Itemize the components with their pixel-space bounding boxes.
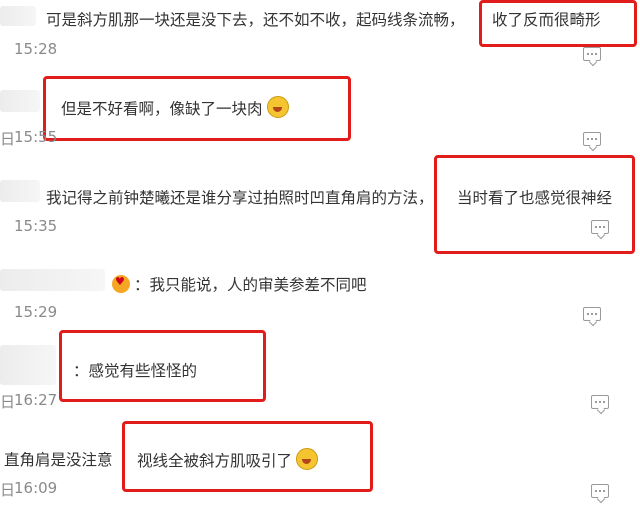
comment-row: 但是不好看啊，像缺了一块肉 日 15:55 bbox=[0, 70, 640, 150]
comment-time: 15:55 bbox=[14, 128, 58, 146]
comment-highlight-text: 但是不好看啊，像缺了一块肉 bbox=[61, 96, 289, 119]
laugh-cry-emoji bbox=[296, 448, 319, 470]
comment-text-label: ：我只能说，人的审美参差不同吧 bbox=[134, 276, 367, 294]
comment-time: 15:29 bbox=[14, 303, 58, 321]
comment-icon[interactable] bbox=[591, 220, 609, 234]
comment-time-prefix: 日 bbox=[0, 481, 16, 499]
laugh-cry-emoji bbox=[266, 96, 289, 118]
comment-text: ：我只能说，人的审美参差不同吧 bbox=[112, 273, 367, 295]
comment-text: 我记得之前钟楚曦还是谁分享过拍照时凹直角肩的方法， bbox=[46, 189, 434, 207]
comment-time: 16:27 bbox=[14, 391, 58, 409]
username-blurred bbox=[0, 269, 105, 291]
comment-row: 可是斜方肌那一块还是没下去，还不如不收，起码线条流畅， 收了反而很畸形 15:2… bbox=[0, 0, 640, 70]
comment-row: 我记得之前钟楚曦还是谁分享过拍照时凹直角肩的方法， 当时看了也感觉很神经 15:… bbox=[0, 150, 640, 254]
comment-row: 直角肩是没注意 视线全被斜方肌吸引了 日 16:09 bbox=[0, 415, 640, 507]
highlight-box bbox=[479, 0, 637, 47]
comment-time: 16:09 bbox=[14, 479, 58, 497]
comment-highlight-text: 视线全被斜方肌吸引了 bbox=[137, 448, 319, 471]
comment-highlight-text: ：感觉有些怪怪的 bbox=[73, 362, 198, 380]
comment-icon[interactable] bbox=[583, 47, 601, 61]
comment-icon[interactable] bbox=[583, 132, 601, 146]
comment-time: 15:28 bbox=[14, 40, 58, 58]
comment-text: 直角肩是没注意 bbox=[4, 451, 113, 469]
username-blurred bbox=[0, 90, 40, 112]
comment-row: ：感觉有些怪怪的 日 16:27 bbox=[0, 325, 640, 415]
username-blurred bbox=[0, 345, 56, 385]
comment-icon[interactable] bbox=[591, 395, 609, 409]
comment-icon[interactable] bbox=[583, 307, 601, 321]
username-blurred bbox=[0, 180, 40, 202]
comment-time: 15:35 bbox=[14, 217, 58, 235]
heart-face-emoji bbox=[112, 275, 130, 293]
comment-highlight-label: 但是不好看啊，像缺了一块肉 bbox=[61, 100, 263, 118]
comment-row: ：我只能说，人的审美参差不同吧 15:29 bbox=[0, 255, 640, 325]
username-blurred bbox=[0, 6, 36, 26]
comment-text: 可是斜方肌那一块还是没下去，还不如不收，起码线条流畅， bbox=[46, 11, 465, 29]
comment-icon[interactable] bbox=[591, 484, 609, 498]
highlight-box bbox=[434, 155, 635, 254]
comment-time-prefix: 日 bbox=[0, 130, 16, 148]
comment-time-prefix: 日 bbox=[0, 393, 16, 411]
comment-highlight-label: 视线全被斜方肌吸引了 bbox=[137, 452, 293, 470]
